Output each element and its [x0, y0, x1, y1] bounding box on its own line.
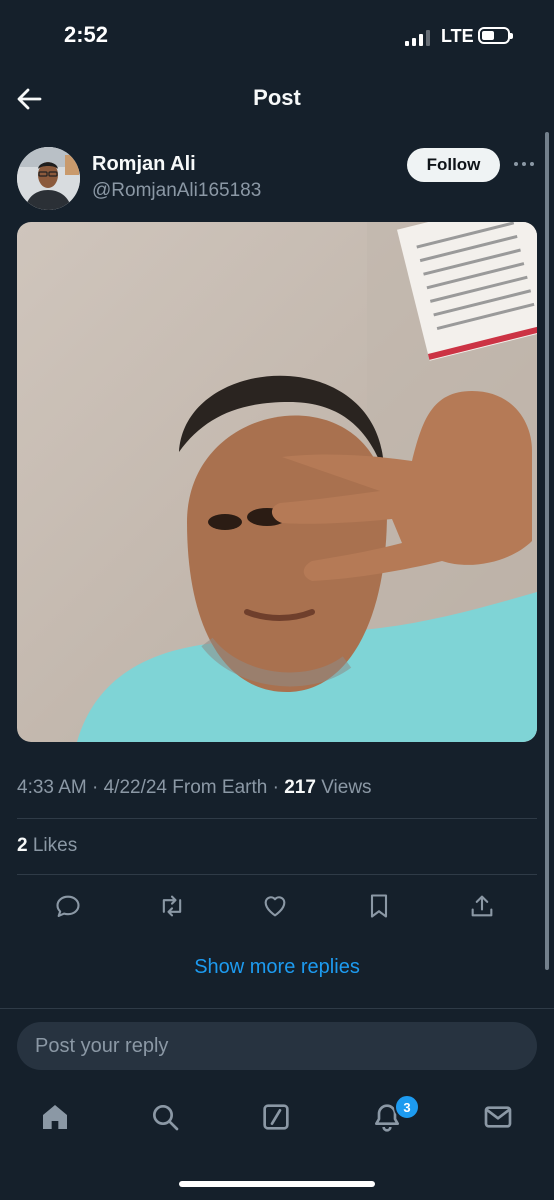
home-indicator[interactable]: [179, 1181, 375, 1187]
signal-icon: [405, 28, 435, 46]
reply-icon[interactable]: [52, 890, 84, 922]
share-icon[interactable]: [466, 890, 498, 922]
grok-icon[interactable]: [256, 1097, 296, 1137]
notifications-badge: 3: [394, 1094, 420, 1120]
likes-link[interactable]: 2 Likes: [17, 835, 77, 857]
battery-icon: [478, 27, 513, 44]
divider: [0, 1008, 554, 1009]
reply-input[interactable]: [17, 1022, 537, 1070]
post-source: From Earth: [172, 777, 268, 798]
status-time: 2:52: [64, 22, 109, 47]
show-more-replies-link[interactable]: Show more replies: [0, 956, 554, 979]
author-display-name[interactable]: Romjan Ali: [92, 153, 196, 176]
page-title: Post: [253, 85, 301, 110]
author-handle[interactable]: @RomjanAli165183: [92, 180, 261, 202]
bookmark-icon[interactable]: [363, 890, 395, 922]
avatar[interactable]: [17, 147, 80, 210]
post-photo[interactable]: [17, 222, 537, 742]
network-label: LTE: [441, 26, 474, 46]
views-count: 217: [284, 777, 316, 798]
post-date: 4/22/24: [103, 777, 168, 798]
scrollbar[interactable]: [545, 132, 549, 970]
divider: [17, 874, 537, 875]
messages-icon[interactable]: [478, 1097, 518, 1137]
divider: [17, 818, 537, 819]
post-time: 4:33 AM: [17, 777, 87, 798]
retweet-icon[interactable]: [156, 890, 188, 922]
views-label: Views: [321, 777, 372, 798]
post-metadata: 4:33 AM · 4/22/24 From Earth · 217 Views: [17, 777, 372, 798]
follow-button[interactable]: Follow: [407, 148, 500, 182]
likes-count: 2: [17, 835, 28, 856]
likes-label: Likes: [32, 835, 78, 856]
home-icon[interactable]: [35, 1097, 75, 1137]
search-icon[interactable]: [145, 1097, 185, 1137]
like-icon[interactable]: [259, 890, 291, 922]
ellipsis-icon[interactable]: [512, 152, 536, 176]
